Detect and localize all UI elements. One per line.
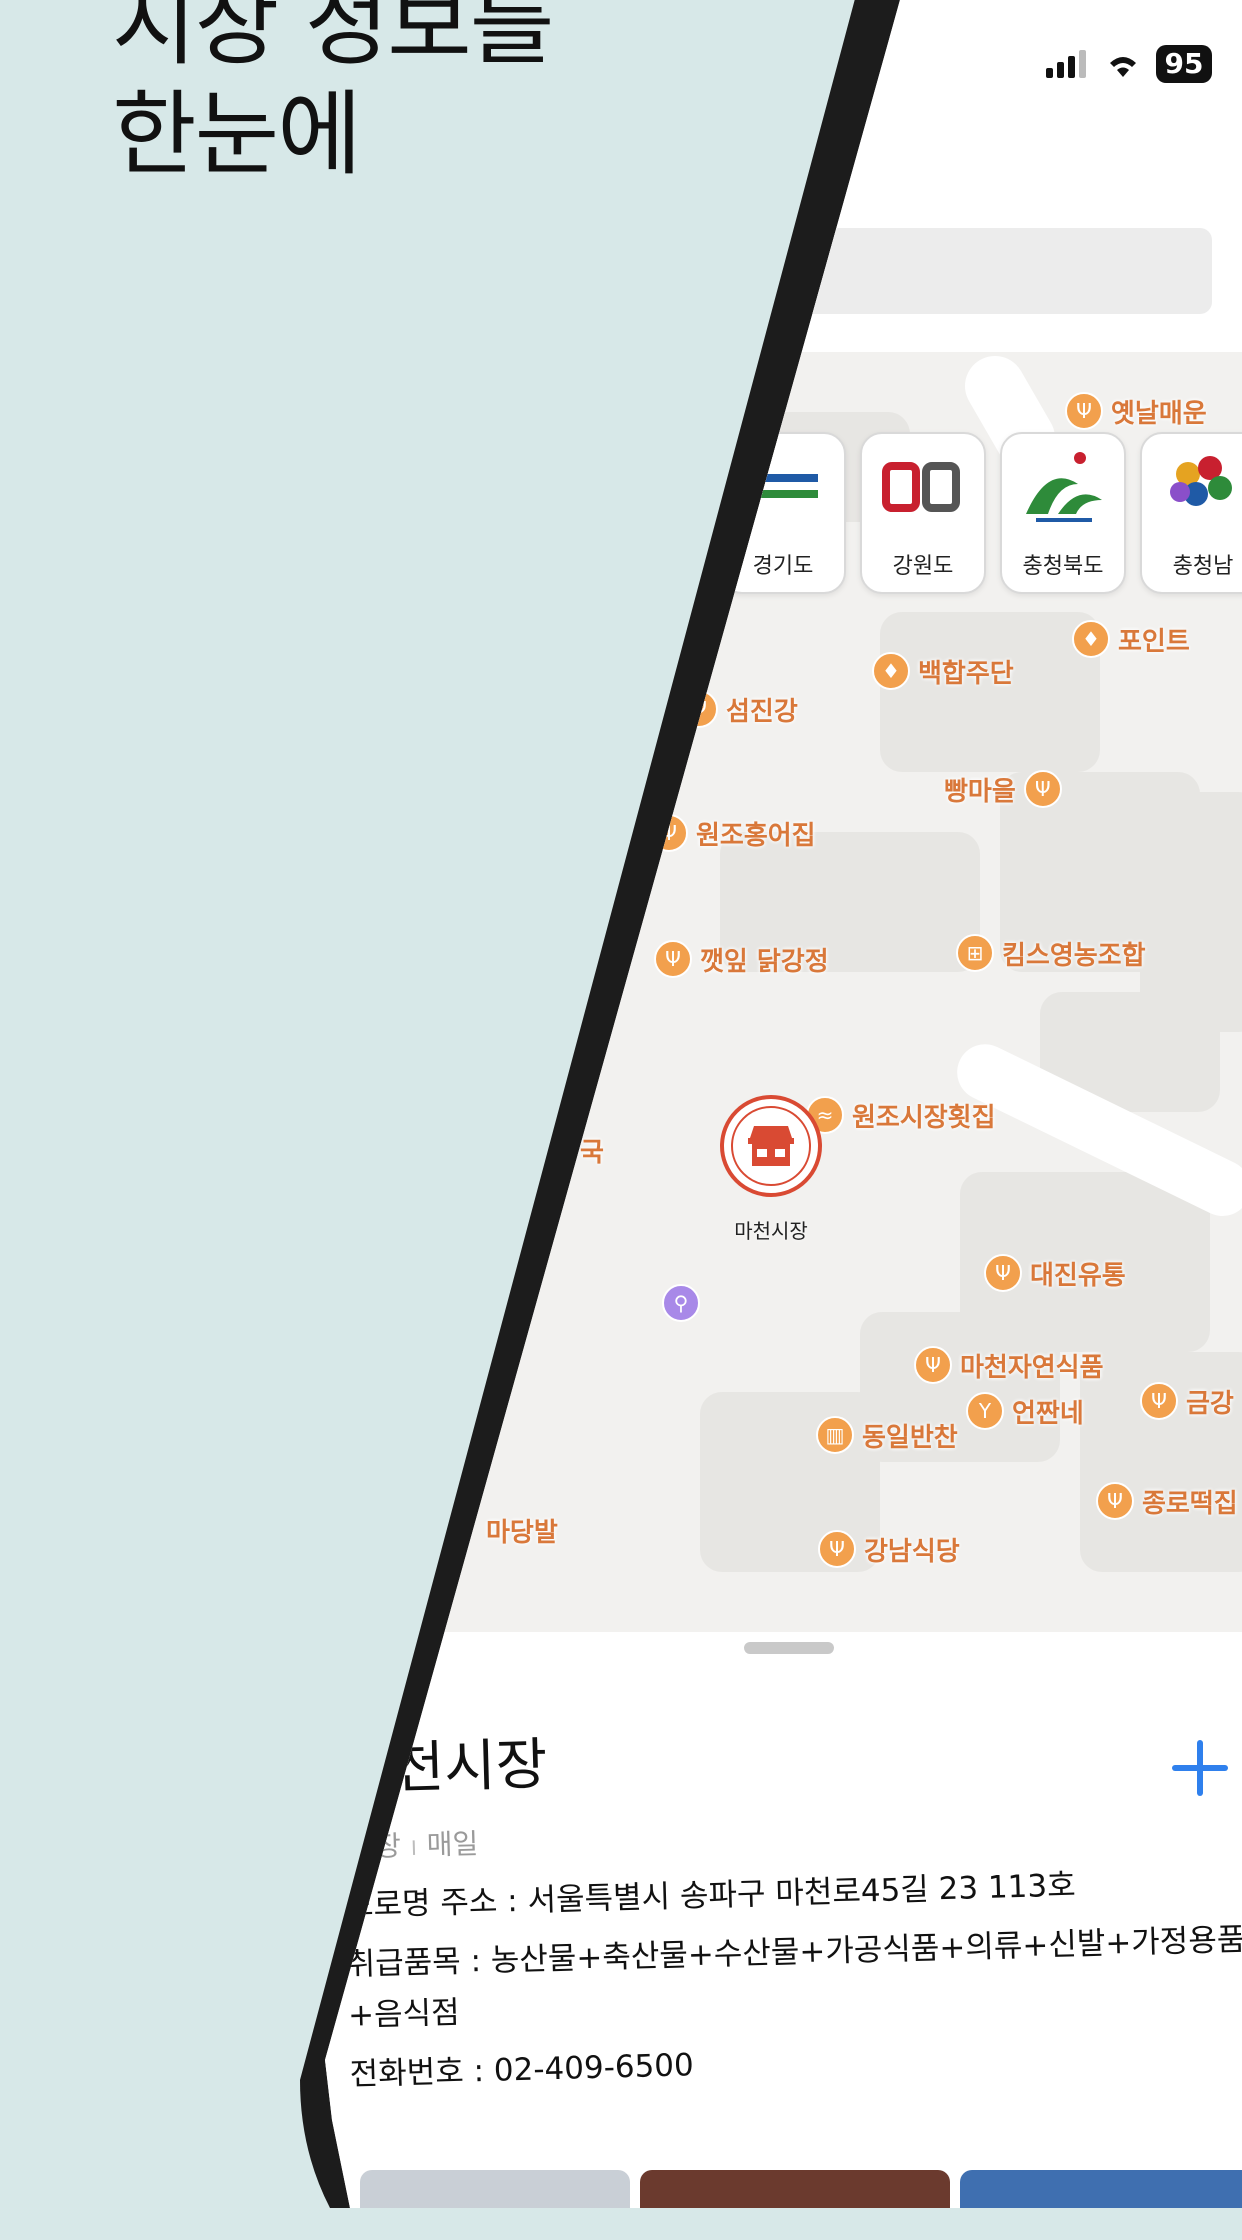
poi-16[interactable]: Ψ 종로떡집 bbox=[1096, 1482, 1238, 1520]
phone-mockup: 95 Ψ 옛날매운 ♦ 포인트 ♦ 백합주단 섬진강 빵마을 Ψ Ψ 원조홍어집… bbox=[0, 0, 1242, 2208]
region-chip-chungnam[interactable]: 충청남 bbox=[1140, 432, 1242, 594]
region-chip-chungbuk[interactable]: 충청북도 bbox=[1000, 432, 1126, 594]
poi-10[interactable]: 국 bbox=[580, 1132, 604, 1169]
cellular-signal-icon bbox=[1046, 50, 1086, 78]
poi-5[interactable]: 빵마을 Ψ bbox=[944, 770, 1062, 808]
restaurant-icon: Ψ bbox=[1096, 1482, 1134, 1520]
poi-3[interactable]: ♦ 백합주단 bbox=[872, 652, 1014, 690]
gangwon-logo-icon bbox=[882, 462, 960, 512]
restaurant-icon: Ψ bbox=[1065, 392, 1103, 430]
chungnam-logo-icon bbox=[1170, 456, 1232, 506]
restaurant-icon: Ψ bbox=[914, 1346, 952, 1384]
wifi-icon bbox=[1110, 57, 1136, 77]
market-phone[interactable]: 전화번호 : 02-409-6500 bbox=[349, 2024, 1242, 2094]
map-block bbox=[880, 612, 1100, 772]
chungbuk-logo-icon bbox=[1026, 452, 1102, 522]
poi-2[interactable]: ♦ 포인트 bbox=[1072, 620, 1190, 658]
basket-icon: ▥ bbox=[816, 1416, 854, 1454]
poi-9[interactable]: ≈ 원조시장횟집 bbox=[806, 1096, 996, 1134]
sheet-grabber[interactable] bbox=[744, 1642, 834, 1654]
poi-1[interactable]: Ψ 옛날매운 bbox=[1065, 392, 1207, 430]
market-photo[interactable] bbox=[360, 2170, 630, 2208]
poi-8[interactable]: ⊞ 킴스영농조합 bbox=[956, 934, 1146, 972]
market-schedule-tag: 매일 bbox=[426, 1827, 479, 1862]
status-bar: 95 bbox=[1046, 40, 1212, 88]
clothing-icon: ♦ bbox=[1072, 620, 1110, 658]
restaurant-icon: Ψ bbox=[984, 1254, 1022, 1292]
battery-indicator: 95 bbox=[1156, 45, 1212, 83]
region-chip-gangwon[interactable]: 강원도 bbox=[860, 432, 986, 594]
region-selector: 경기도 강원도 충청북도 충청남 bbox=[720, 432, 1242, 594]
market-photo[interactable] bbox=[960, 2170, 1242, 2208]
restaurant-icon: Ψ bbox=[1023, 770, 1062, 808]
poi-14[interactable]: Ψ 금강 bbox=[1140, 1382, 1234, 1420]
market-pin[interactable]: 마천시장 bbox=[720, 1095, 822, 1244]
poi-13[interactable]: Y 언짠네 bbox=[966, 1392, 1084, 1430]
poi-17[interactable]: 마당발 bbox=[486, 1512, 558, 1549]
market-photo[interactable] bbox=[640, 2170, 950, 2208]
market-icon bbox=[748, 1126, 794, 1166]
clothing-icon: ♦ bbox=[872, 652, 910, 690]
restaurant-icon: Ψ bbox=[654, 940, 692, 978]
market-tags: 시장I매일 bbox=[349, 1801, 1242, 1866]
bar-icon: Y bbox=[966, 1392, 1004, 1430]
restroom-icon: ⚲ bbox=[662, 1284, 700, 1322]
restroom-poi[interactable]: ⚲ bbox=[662, 1284, 700, 1322]
poi-6[interactable]: Ψ 원조홍어집 bbox=[650, 814, 816, 852]
market-pin-circle bbox=[720, 1095, 822, 1197]
photo-strip[interactable] bbox=[360, 2170, 1242, 2208]
market-address: 도로명 주소 : 서울특별시 송파구 마천로45길 23 113호 bbox=[344, 1867, 1077, 1924]
poi-15[interactable]: ▥ 동일반찬 bbox=[816, 1416, 958, 1454]
market-name: 마천시장 bbox=[340, 1732, 549, 1803]
poi-7[interactable]: Ψ 깻잎 닭강정 bbox=[654, 940, 829, 978]
restaurant-icon: Ψ bbox=[818, 1530, 856, 1568]
restaurant-icon: Ψ bbox=[1140, 1382, 1178, 1420]
poi-11[interactable]: Ψ 대진유통 bbox=[984, 1254, 1126, 1292]
poi-12[interactable]: Ψ 마천자연식품 bbox=[914, 1346, 1104, 1384]
poi-18[interactable]: Ψ 강남식당 bbox=[818, 1530, 960, 1568]
cart-icon: ⊞ bbox=[956, 934, 994, 972]
